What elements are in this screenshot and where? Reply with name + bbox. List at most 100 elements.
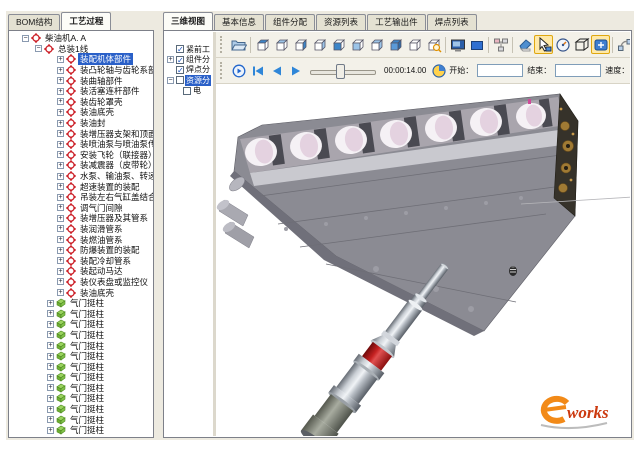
bom-tree-item[interactable]: +气门挺柱 [9, 425, 153, 436]
right-tab-5[interactable]: 工艺输出件 [367, 14, 426, 30]
app-window: BOM结构工艺过程 −柴油机A. A−总装1线+装配机体部件+装凸轮轴与齿轮系部… [6, 11, 634, 440]
layer-item[interactable]: ✓焊点分 [165, 65, 213, 75]
view-front-icon[interactable] [329, 35, 348, 54]
timeline-slider[interactable] [308, 63, 378, 78]
right-tab-3[interactable]: 组件分配 [265, 14, 315, 30]
viewport-3d[interactable]: works [216, 84, 630, 436]
select-entity-icon[interactable] [534, 35, 553, 54]
expand-icon[interactable]: + [57, 194, 64, 201]
view-top-icon[interactable] [272, 35, 291, 54]
expand-icon[interactable]: + [47, 300, 54, 307]
toolbar-grip[interactable] [220, 62, 225, 79]
layer-item[interactable]: 电 [165, 86, 213, 96]
layer-checkbox[interactable]: ✓ [176, 66, 184, 74]
expand-icon[interactable]: + [57, 257, 64, 264]
expand-icon[interactable]: + [47, 406, 54, 413]
step-back-icon[interactable] [267, 61, 286, 80]
cube-solid-icon[interactable] [386, 35, 405, 54]
view-iso-icon[interactable] [253, 35, 272, 54]
clock-icon[interactable] [429, 61, 448, 80]
layer-label: 资源分 [185, 75, 211, 86]
collapse-icon[interactable]: − [167, 77, 174, 84]
expand-icon[interactable]: + [57, 130, 64, 137]
operation-icon [66, 224, 76, 234]
operation-icon [66, 76, 76, 86]
expand-icon[interactable]: + [57, 183, 64, 190]
expand-icon[interactable]: + [57, 289, 64, 296]
pan-view-icon[interactable] [591, 35, 610, 54]
slider-thumb[interactable] [336, 64, 345, 79]
expand-icon[interactable]: + [47, 363, 54, 370]
expand-icon[interactable]: + [57, 98, 64, 105]
eraser-icon[interactable] [515, 35, 534, 54]
skip-start-icon[interactable] [248, 61, 267, 80]
expand-icon[interactable]: + [47, 427, 54, 434]
expand-icon[interactable]: + [47, 331, 54, 338]
zoom-fit-icon[interactable] [424, 35, 443, 54]
collapse-icon[interactable]: − [22, 35, 29, 42]
gauge-icon[interactable] [553, 35, 572, 54]
layer-checkbox[interactable] [183, 87, 191, 95]
view-back-icon[interactable] [348, 35, 367, 54]
right-tab-4[interactable]: 资源列表 [316, 14, 366, 30]
left-tab-2[interactable]: 工艺过程 [61, 12, 111, 30]
expand-icon[interactable]: + [47, 342, 54, 349]
expand-icon[interactable]: + [57, 215, 64, 222]
expand-icon[interactable]: + [57, 225, 64, 232]
layer-checkbox[interactable]: ✓ [176, 45, 184, 53]
expand-icon[interactable]: + [57, 120, 64, 127]
view-area: 00:00:14.00 开始： 结束： 速度： 1: [216, 32, 630, 436]
engine-3d-scene [216, 84, 630, 436]
hierarchy-icon[interactable] [491, 35, 510, 54]
right-tab-6[interactable]: 焊点列表 [427, 14, 477, 30]
expand-icon[interactable]: + [57, 67, 64, 74]
expand-icon[interactable]: + [57, 204, 64, 211]
left-tab-1[interactable]: BOM结构 [8, 14, 60, 30]
right-tab-1[interactable]: 三维视图 [163, 12, 213, 30]
wire-box-icon[interactable] [572, 35, 591, 54]
expand-icon[interactable]: + [47, 321, 54, 328]
replay-icon[interactable] [229, 61, 248, 80]
cube-wire-icon[interactable] [405, 35, 424, 54]
layer-checkbox[interactable] [176, 76, 184, 84]
expand-icon[interactable]: + [57, 278, 64, 285]
snapshot-icon[interactable] [448, 35, 467, 54]
right-tab-2[interactable]: 基本信息 [214, 14, 264, 30]
screen-blue-icon[interactable] [467, 35, 486, 54]
open-file-icon[interactable] [229, 35, 248, 54]
view-right-icon[interactable] [310, 35, 329, 54]
view-left-icon[interactable] [291, 35, 310, 54]
expand-icon[interactable]: + [57, 151, 64, 158]
expand-icon[interactable]: + [57, 162, 64, 169]
expand-icon[interactable]: + [57, 141, 64, 148]
right-tabstrip: 三维视图基本信息组件分配资源列表工艺输出件焊点列表 [163, 13, 478, 30]
layer-checkbox[interactable]: ✓ [176, 56, 184, 64]
expand-icon[interactable]: + [47, 353, 54, 360]
layer-item[interactable]: ✓紧前工 [165, 44, 213, 54]
start-label: 开始： [449, 65, 473, 76]
expand-icon[interactable]: + [47, 384, 54, 391]
layer-item[interactable]: +✓组件分 [165, 54, 213, 64]
view-bottom-icon[interactable] [367, 35, 386, 54]
toolbar-grip[interactable] [220, 36, 225, 53]
expand-icon[interactable]: + [57, 77, 64, 84]
expand-icon[interactable]: + [57, 88, 64, 95]
expand-icon[interactable]: + [57, 268, 64, 275]
link-path-icon[interactable] [615, 35, 630, 54]
expand-icon[interactable]: + [47, 310, 54, 317]
play-icon[interactable] [286, 61, 305, 80]
expand-icon[interactable]: + [47, 416, 54, 423]
expand-icon[interactable]: + [47, 395, 54, 402]
expand-icon[interactable]: + [167, 56, 174, 63]
expand-icon[interactable]: + [57, 109, 64, 116]
expand-icon[interactable]: + [57, 173, 64, 180]
expand-icon[interactable]: + [57, 56, 64, 63]
expand-icon[interactable]: + [57, 247, 64, 254]
end-input[interactable] [555, 64, 601, 77]
start-input[interactable] [477, 64, 523, 77]
expand-icon[interactable]: + [47, 374, 54, 381]
collapse-icon[interactable]: − [35, 45, 42, 52]
part-icon [56, 341, 66, 351]
expand-icon[interactable]: + [57, 236, 64, 243]
layer-item[interactable]: − 资源分 [165, 75, 213, 85]
